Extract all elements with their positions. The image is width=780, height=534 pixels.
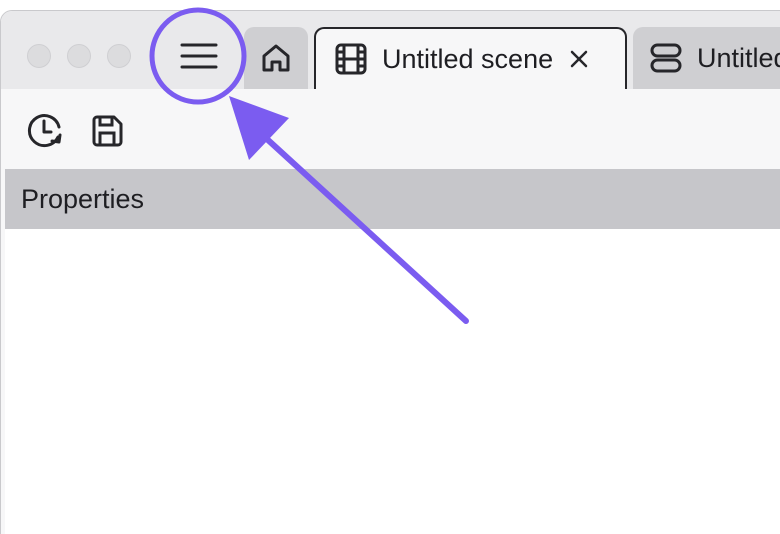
save-icon xyxy=(92,115,123,147)
tab-label: Untitled scene xyxy=(382,43,554,74)
tab-home[interactable] xyxy=(244,27,308,89)
home-icon xyxy=(262,44,290,72)
tab-close-button[interactable] xyxy=(569,49,589,69)
main-menu-button[interactable] xyxy=(167,31,231,81)
properties-panel-header: Properties xyxy=(5,169,780,229)
tab-label: Untitled xyxy=(697,42,780,73)
hamburger-menu-icon xyxy=(180,43,218,69)
minimize-window-button[interactable] xyxy=(67,44,91,68)
properties-panel-body xyxy=(5,229,780,534)
screenshot-stage: Untitled scene Untitled Properties xyxy=(0,0,780,534)
zoom-window-button[interactable] xyxy=(107,44,131,68)
layers-icon xyxy=(650,43,682,73)
close-icon xyxy=(570,50,588,68)
panel-title: Properties xyxy=(21,183,145,214)
history-button[interactable] xyxy=(25,111,65,151)
history-icon xyxy=(27,114,62,148)
app-window: Untitled scene Untitled Properties xyxy=(0,10,780,534)
tab-untitled-scene[interactable]: Untitled scene xyxy=(314,27,627,89)
save-button[interactable] xyxy=(87,111,127,151)
title-bar: Untitled scene Untitled xyxy=(1,11,780,89)
film-icon xyxy=(335,43,367,75)
tab-untitled[interactable]: Untitled xyxy=(633,27,780,89)
close-window-button[interactable] xyxy=(27,44,51,68)
